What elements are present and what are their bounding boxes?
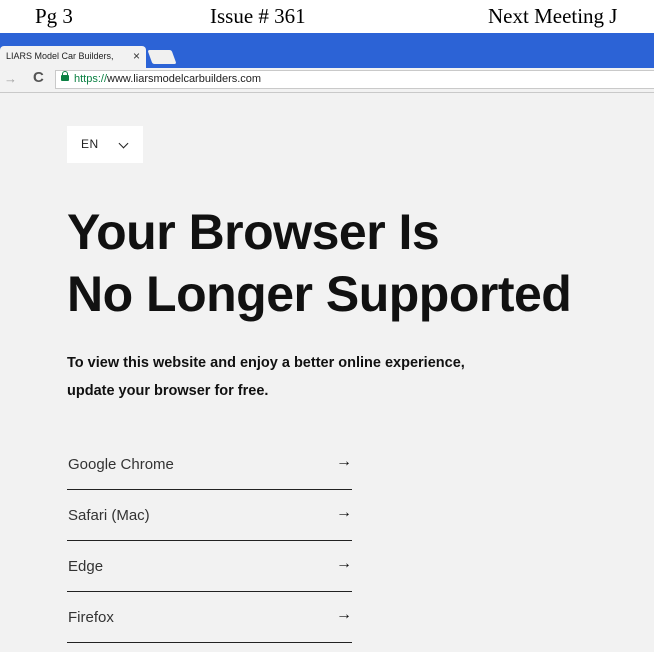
browser-name: Firefox: [68, 609, 114, 626]
browser-link-firefox[interactable]: Firefox →: [67, 592, 352, 643]
page-description-line-2: update your browser for free.: [67, 383, 269, 399]
browser-list: Google Chrome → Safari (Mac) → Edge → Fi…: [67, 439, 352, 643]
browser-name: Safari (Mac): [68, 507, 150, 524]
browser-tabstrip: LIARS Model Car Builders, ×: [0, 33, 654, 68]
browser-link-chrome[interactable]: Google Chrome →: [67, 439, 352, 490]
browser-link-safari[interactable]: Safari (Mac) →: [67, 490, 352, 541]
close-icon[interactable]: ×: [133, 49, 140, 63]
page-title-line-1: Your Browser Is: [67, 204, 440, 260]
page-title: Your Browser Is No Longer Supported: [67, 201, 654, 325]
page-description: To view this website and enjoy a better …: [67, 349, 567, 405]
tab-title: LIARS Model Car Builders,: [6, 51, 114, 61]
chevron-down-icon: [118, 138, 129, 149]
arrow-right-icon: →: [336, 555, 352, 572]
lock-icon: [61, 71, 69, 81]
language-select[interactable]: EN: [67, 126, 143, 163]
next-meeting: Next Meeting J: [488, 4, 618, 28]
arrow-right-icon: →: [336, 606, 352, 623]
url-host: www.liarsmodelcarbuilders.com: [107, 73, 262, 85]
browser-toolbar: → C https://www.liarsmodelcarbuilders.co…: [0, 68, 654, 93]
page-description-line-1: To view this website and enjoy a better …: [67, 355, 465, 371]
arrow-right-icon: →: [336, 453, 352, 470]
reload-icon[interactable]: C: [33, 69, 44, 86]
browser-link-edge[interactable]: Edge →: [67, 541, 352, 592]
newsletter-header: Pg 3 Issue # 361 Next Meeting J: [0, 0, 654, 33]
page-content: EN Your Browser Is No Longer Supported T…: [0, 93, 654, 652]
browser-tab[interactable]: LIARS Model Car Builders, ×: [0, 46, 146, 68]
arrow-right-icon[interactable]: →: [4, 71, 17, 86]
page-number: Pg 3: [35, 4, 73, 28]
language-label: EN: [81, 137, 99, 151]
url-scheme: https://: [74, 73, 108, 85]
new-tab-button[interactable]: [147, 50, 177, 64]
issue-number: Issue # 361: [210, 4, 306, 28]
url-text[interactable]: https://www.liarsmodelcarbuilders.com: [74, 73, 261, 85]
page-title-line-2: No Longer Supported: [67, 266, 572, 322]
browser-name: Edge: [68, 558, 104, 575]
arrow-right-icon: →: [336, 504, 352, 521]
browser-name: Google Chrome: [68, 456, 174, 473]
address-bar[interactable]: https://www.liarsmodelcarbuilders.com: [55, 70, 654, 89]
